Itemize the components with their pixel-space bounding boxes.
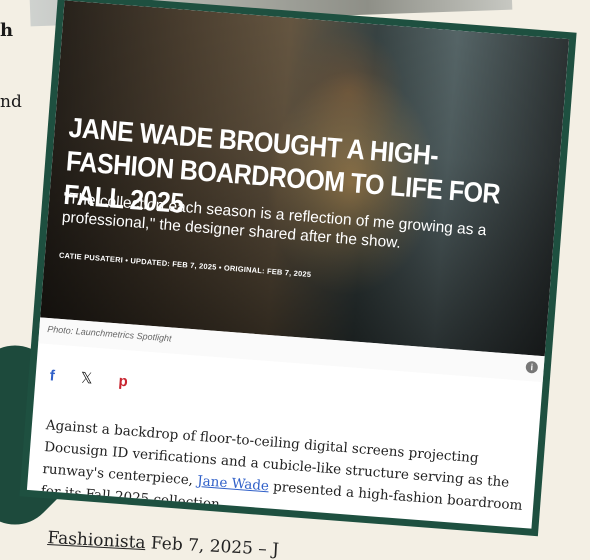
- left-text-fragment-middle: nd: [0, 92, 22, 112]
- image-caption: Fashionista Feb 7, 2025 – J: [47, 528, 280, 560]
- article-card: Jane Wade Brought a High-Fashion Boardro…: [19, 0, 577, 537]
- pinterest-icon[interactable]: p: [118, 372, 128, 390]
- x-icon[interactable]: 𝕏: [80, 369, 93, 388]
- left-text-fragment-top: h: [0, 20, 14, 41]
- photo-credit: Photo: Launchmetrics Spotlight: [46, 323, 172, 344]
- caption-source-link[interactable]: Fashionista: [47, 528, 146, 553]
- caption-tail: – J: [257, 539, 280, 560]
- designer-link[interactable]: Jane Wade: [197, 473, 270, 494]
- share-bar: f 𝕏 p: [49, 366, 128, 390]
- article-screenshot: Jane Wade Brought a High-Fashion Boardro…: [26, 0, 570, 529]
- article-body: Against a backdrop of floor-to-ceiling d…: [40, 414, 529, 529]
- facebook-icon[interactable]: f: [49, 367, 55, 384]
- caption-date: Feb 7, 2025: [150, 533, 254, 559]
- info-icon[interactable]: i: [525, 360, 539, 374]
